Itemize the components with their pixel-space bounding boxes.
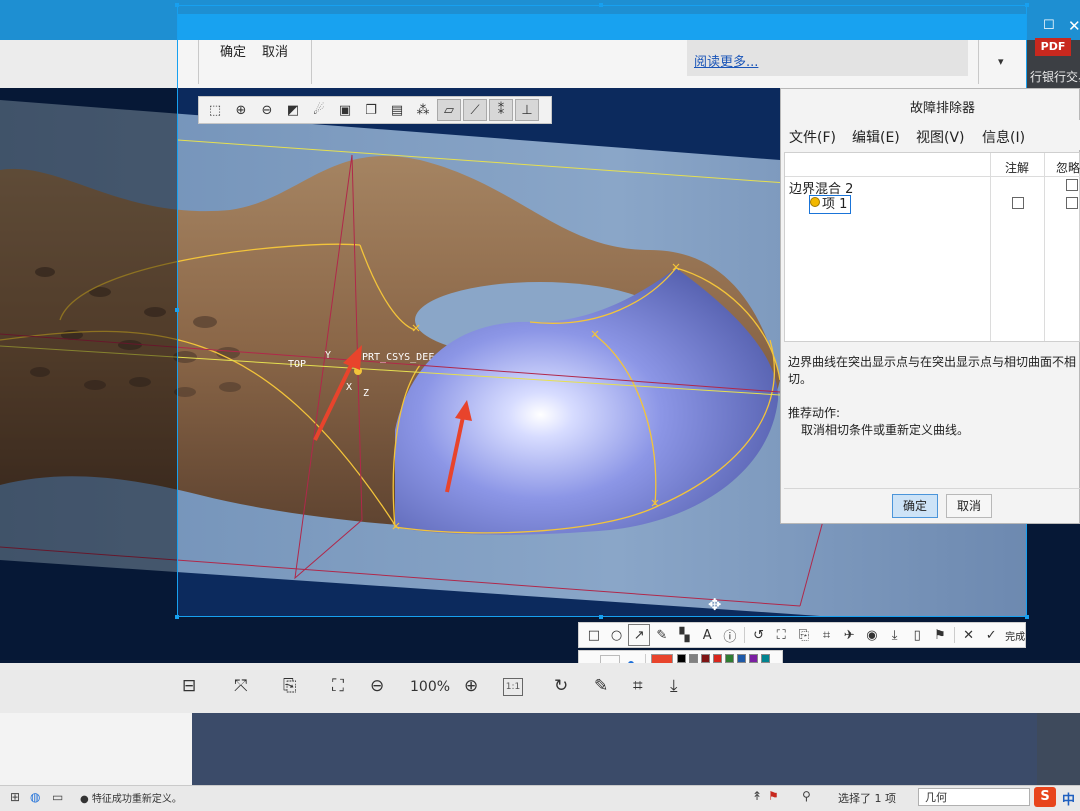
recommended-action-title: 推荐动作:	[788, 406, 841, 420]
model-tree-panel	[0, 713, 192, 785]
color-swatch[interactable]	[737, 654, 746, 663]
ignore-checkbox[interactable]	[1066, 179, 1078, 191]
pdf-badge[interactable]: PDF	[1035, 38, 1071, 56]
pin-icon[interactable]: ⛶	[770, 624, 792, 646]
tree-column-divider	[990, 153, 991, 341]
resize-handle[interactable]	[599, 615, 603, 619]
color-swatch[interactable]	[713, 654, 722, 663]
right-banner-text: 行银行交易	[1030, 70, 1080, 84]
fullscreen-icon[interactable]: ⛶	[332, 676, 344, 696]
flag-icon[interactable]: ⚑	[768, 789, 779, 803]
tree-header-divider	[785, 176, 1080, 177]
close-icon[interactable]: ✕	[1068, 17, 1080, 35]
resize-handle[interactable]	[175, 308, 179, 312]
dialog-title: 故障排除器	[910, 101, 976, 116]
menu-edit[interactable]: 编辑(E)	[852, 127, 900, 147]
warning-icon	[810, 197, 820, 207]
zoom-level: 100%	[410, 679, 451, 695]
resize-handle[interactable]	[1025, 3, 1029, 7]
maximize-icon[interactable]: ☐	[1043, 18, 1055, 33]
done-button[interactable]: 完成	[1005, 628, 1025, 643]
mosaic-icon[interactable]: ▚	[674, 624, 696, 646]
column-header-ignore[interactable]: 忽略	[1056, 159, 1080, 176]
resize-handle[interactable]	[175, 3, 179, 7]
color-swatch[interactable]	[761, 654, 770, 663]
record-icon[interactable]: ◉	[861, 624, 883, 646]
crop-icon[interactable]: ⌗	[633, 676, 643, 696]
tree-column-divider	[1044, 153, 1045, 341]
menu-file[interactable]: 文件(F)	[789, 127, 836, 147]
selection-filter[interactable]: 几何	[918, 788, 1030, 806]
column-header-note[interactable]: 注解	[1005, 159, 1029, 176]
issue-description: 边界曲线在突出显示点与在突出显示点与相切曲面不相切。	[788, 355, 1077, 386]
bookmark-icon[interactable]: ⚑	[929, 624, 951, 646]
selection-count: 选择了 1 项	[838, 792, 896, 805]
resize-handle[interactable]	[1025, 615, 1029, 619]
actual-size-button[interactable]: 1:1	[503, 678, 523, 696]
resize-handle[interactable]	[175, 615, 179, 619]
download-icon[interactable]: ⤓	[670, 676, 678, 696]
rotate-icon[interactable]: ↻	[554, 676, 568, 696]
phone-icon[interactable]: ▯	[906, 624, 928, 646]
lower-graphics-area	[192, 713, 1037, 785]
check-icon[interactable]: ✓	[980, 624, 1002, 646]
fit-width-icon[interactable]: ⤧	[234, 676, 248, 696]
ocr-icon[interactable]: ⌗	[816, 624, 838, 646]
page-extract-icon[interactable]: ⎘	[283, 676, 297, 696]
fullscreen-icon[interactable]: ▭	[52, 790, 63, 804]
color-swatch[interactable]	[689, 654, 698, 663]
recommended-action-text: 取消相切条件或重新定义曲线。	[801, 423, 970, 437]
document-toolbar	[0, 663, 1080, 713]
note-checkbox[interactable]	[1012, 197, 1024, 209]
edit-icon[interactable]: ✎	[594, 676, 608, 696]
menu-view[interactable]: 视图(V)	[916, 127, 965, 147]
pin-window-icon[interactable]: ✈	[838, 624, 860, 646]
undo-icon[interactable]: ↺	[748, 624, 770, 646]
dialog-divider	[784, 488, 1080, 489]
ignore-checkbox[interactable]	[1066, 197, 1078, 209]
copy-icon[interactable]: ⎘	[793, 624, 815, 646]
color-swatch[interactable]	[749, 654, 758, 663]
toolbar-divider	[953, 627, 955, 643]
resize-handle[interactable]	[599, 3, 603, 7]
tree-toggle-icon[interactable]: ⊞	[10, 790, 20, 804]
ime-icon[interactable]: S	[1034, 787, 1056, 807]
rectangle-icon[interactable]: □	[583, 624, 605, 646]
layout-icon[interactable]: ⊟	[182, 676, 196, 696]
zoom-out-icon[interactable]: ⊖	[370, 676, 384, 696]
annotation-toolbar: □ ○ ↗ ✎ ▚ A ⓘ ↺ ⛶ ⎘ ⌗ ✈ ◉ ⤓ ▯ ⚑ ✕ ✓ 完成	[578, 622, 1026, 648]
color-swatch[interactable]	[725, 654, 734, 663]
color-swatch[interactable]	[677, 654, 686, 663]
arrow-icon[interactable]: ↗	[628, 624, 651, 646]
close-icon[interactable]: ✕	[958, 624, 980, 646]
find-icon[interactable]: ⚲	[802, 789, 811, 803]
toolbar-divider	[743, 627, 745, 643]
save-icon[interactable]: ⤓	[884, 624, 906, 646]
color-swatch[interactable]	[701, 654, 710, 663]
menu-info[interactable]: 信息(I)	[982, 127, 1025, 147]
background-ribbon	[0, 40, 180, 88]
number-icon[interactable]: ⓘ	[719, 624, 741, 646]
status-message: ● 特征成功重新定义。	[80, 794, 182, 805]
pencil-icon[interactable]: ✎	[651, 624, 673, 646]
text-icon[interactable]: A	[696, 624, 718, 646]
dialog-cancel-button[interactable]: 取消	[946, 494, 992, 518]
zoom-in-icon[interactable]: ⊕	[464, 676, 478, 696]
browser-icon[interactable]: ◍	[30, 790, 40, 804]
regenerate-icon[interactable]: ↟	[752, 789, 762, 803]
ime-language[interactable]: 中	[1062, 789, 1075, 808]
ellipse-icon[interactable]: ○	[606, 624, 628, 646]
dialog-ok-button[interactable]: 确定	[892, 494, 938, 518]
